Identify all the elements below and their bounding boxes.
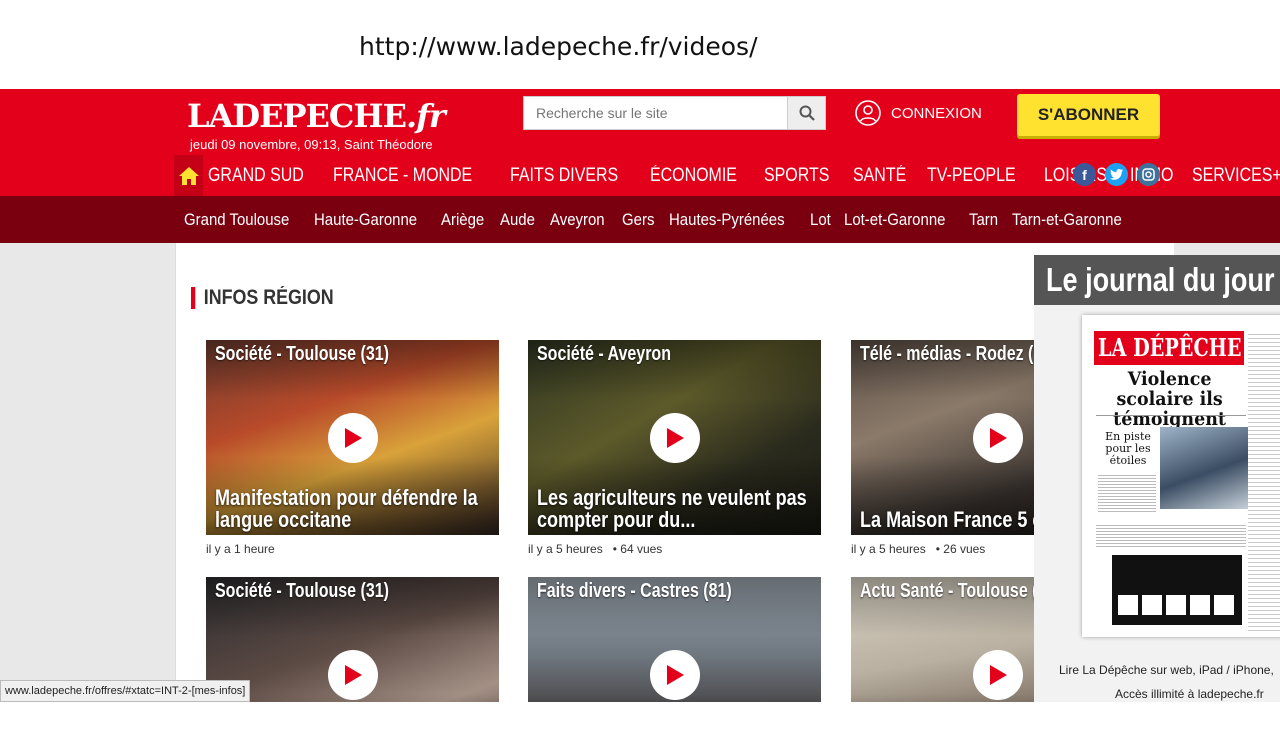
paper-text-block (1096, 523, 1246, 549)
video-card[interactable]: Société - Toulouse (31) Manifestation pou… (206, 340, 499, 535)
region-nav-item[interactable]: Aveyron (550, 210, 605, 230)
nav-item[interactable]: TV-PEOPLE (927, 165, 1016, 187)
home-icon (178, 166, 199, 185)
region-nav-item[interactable]: Ariège (441, 210, 484, 230)
section-title: INFOS RÉGION (191, 287, 334, 309)
search-box (523, 96, 826, 130)
newspaper-cover[interactable]: LA DÉPÊCHE Violence scolaire ils témoign… (1082, 315, 1280, 637)
search-button[interactable] (787, 97, 825, 129)
region-nav-item[interactable]: Aude (500, 210, 535, 230)
video-headline: Manifestation pour défendre la langue oc… (215, 485, 478, 532)
header-date: jeudi 09 novembre, 09:13, Saint Théodore (190, 137, 433, 152)
video-meta: il y a 1 heure (206, 542, 275, 556)
paper-sidebar (1248, 331, 1280, 631)
video-card[interactable]: Faits divers - Castres (81) (528, 577, 821, 702)
twitter-icon[interactable] (1105, 163, 1128, 186)
video-category: Société - Aveyron (537, 343, 671, 365)
journal-du-jour-panel[interactable]: Le journal du jour LA DÉPÊCHE Violence s… (1034, 255, 1280, 702)
video-category: Actu Santé - Toulouse (31 (860, 580, 1056, 602)
main-content: INFOS RÉGION Société - Toulouse (31) Mani… (175, 243, 1174, 702)
paper-text-block (1098, 473, 1156, 513)
region-nav-item[interactable]: Gers (622, 210, 654, 230)
region-nav-item[interactable]: Grand Toulouse (184, 210, 289, 230)
play-button[interactable] (327, 412, 378, 463)
region-nav: Grand Toulouse Haute-Garonne Ariège Aude Ave… (0, 196, 1280, 243)
play-icon (666, 427, 684, 448)
video-meta: il y a 5 heures • 64 vues (528, 542, 662, 556)
video-views: • 64 vues (612, 542, 663, 556)
subscribe-button[interactable]: S'ABONNER (1017, 94, 1160, 136)
login-link[interactable]: CONNEXION (855, 100, 982, 126)
login-label: CONNEXION (891, 104, 982, 122)
video-time: il y a 5 heures (851, 542, 926, 556)
search-input[interactable] (524, 97, 788, 129)
nav-item[interactable]: ÉCONOMIE (650, 165, 737, 187)
region-nav-item[interactable]: Lot (810, 210, 831, 230)
play-icon (344, 427, 362, 448)
play-button[interactable] (972, 412, 1023, 463)
header: LADEPECHE.fr jeudi 09 novembre, 09:13, S… (0, 89, 1280, 196)
nav-item[interactable]: FRANCE - MONDE (333, 165, 472, 187)
user-icon (855, 100, 881, 126)
video-category: Société - Toulouse (31) (215, 343, 389, 365)
paper-photo (1160, 427, 1248, 509)
play-icon (344, 664, 362, 685)
video-category: Télé - médias - Rodez (12) (860, 343, 1057, 365)
facebook-icon[interactable]: f (1073, 163, 1096, 186)
paper-ad (1112, 555, 1242, 625)
instagram-icon[interactable] (1137, 163, 1160, 186)
video-views: • 26 vues (935, 542, 986, 556)
home-button[interactable] (174, 155, 203, 196)
video-time: il y a 5 heures (528, 542, 603, 556)
journal-title: Le journal du jour (1034, 255, 1280, 305)
journal-read-text: Lire La Dépêche sur web, iPad / iPhone, (1059, 663, 1274, 677)
play-button[interactable] (327, 649, 378, 700)
region-nav-item[interactable]: Tarn (969, 210, 998, 230)
region-nav-item[interactable]: Hautes-Pyrénées (669, 210, 785, 230)
paper-masthead: LA DÉPÊCHE (1098, 333, 1242, 362)
play-button[interactable] (972, 649, 1023, 700)
nav-item[interactable]: SPORTS (764, 165, 829, 187)
play-icon (666, 664, 684, 685)
nav-item[interactable]: SANTÉ (853, 165, 906, 187)
main-nav: GRAND SUD FRANCE - MONDE FAITS DIVERS ÉCONO… (0, 155, 1280, 196)
region-nav-items: Grand Toulouse Haute-Garonne Ariège Aude Ave… (184, 196, 1147, 243)
status-bar: www.ladepeche.fr/offres/#xtatc=INT-2-[me… (0, 680, 251, 702)
logo-main: LADEPECHE (187, 97, 407, 135)
nav-item[interactable]: FAITS DIVERS (510, 165, 618, 187)
paper-sub: En piste pour les étoiles (1105, 430, 1151, 467)
region-nav-item[interactable]: Haute-Garonne (314, 210, 417, 230)
logo-suffix: .fr (406, 97, 446, 135)
journal-access-link[interactable]: Accès illimité à ladepeche.fr (1115, 687, 1264, 701)
nav-item[interactable]: GRAND SUD (208, 165, 304, 187)
url-text: http://www.ladepeche.fr/videos/ (359, 32, 758, 61)
region-nav-item[interactable]: Lot-et-Garonne (844, 210, 945, 230)
site-logo[interactable]: LADEPECHE.fr (187, 97, 446, 135)
play-icon (989, 664, 1007, 685)
play-icon (989, 427, 1007, 448)
search-icon (799, 105, 815, 121)
video-category: Société - Toulouse (31) (215, 580, 389, 602)
video-meta: il y a 5 heures • 26 vues (851, 542, 985, 556)
video-time: il y a 1 heure (206, 542, 275, 556)
address-bar[interactable]: http://www.ladepeche.fr/videos/ (0, 0, 1280, 89)
play-button[interactable] (649, 412, 700, 463)
play-button[interactable] (649, 649, 700, 700)
nav-item[interactable]: SERVICES+ (1192, 165, 1280, 187)
video-card[interactable]: Société - Aveyron Les agriculteurs ne veu… (528, 340, 821, 535)
region-nav-item[interactable]: Tarn-et-Garonne (1012, 210, 1122, 230)
site: LADEPECHE.fr jeudi 09 novembre, 09:13, S… (0, 89, 1280, 702)
video-category: Faits divers - Castres (81) (537, 580, 732, 602)
video-headline: Les agriculteurs ne veulent pas compter … (537, 485, 807, 532)
social-links: f (1073, 163, 1169, 186)
